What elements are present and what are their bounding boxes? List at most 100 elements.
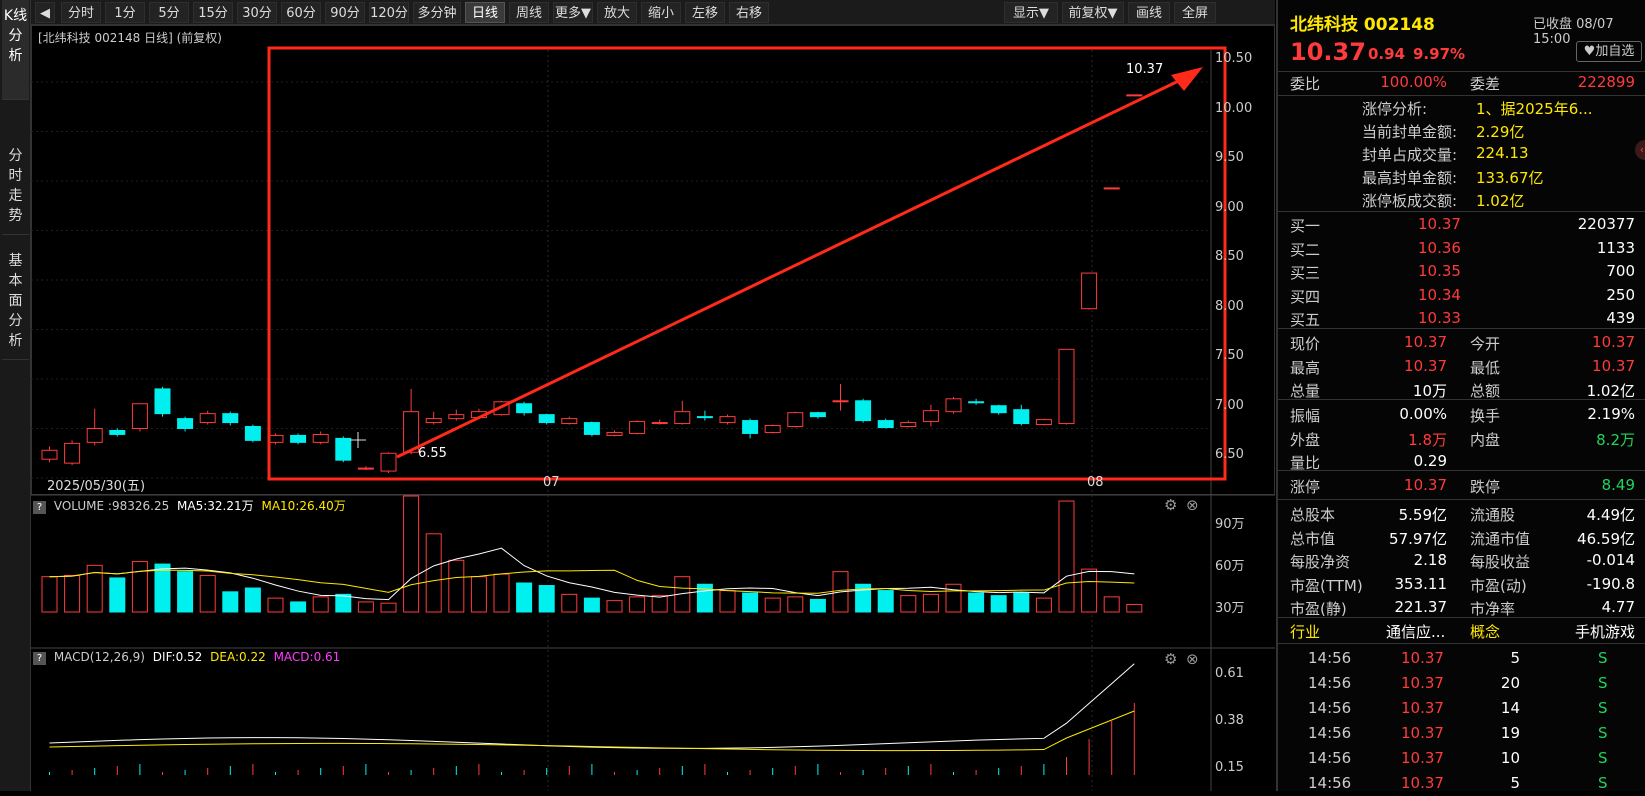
stat-label: 振幅 <box>1290 407 1321 425</box>
back-arrow-icon[interactable]: ◀ <box>35 2 55 23</box>
display-menu-button[interactable]: 显示▼ <box>1004 2 1058 23</box>
tick-volume: 5 <box>1510 774 1520 792</box>
candle-body <box>651 422 668 425</box>
volume-bar <box>403 495 420 613</box>
candle-body <box>131 403 148 429</box>
stat-label: 最低 <box>1470 358 1501 377</box>
stat-label: 流通股 <box>1470 506 1516 524</box>
volume-bar <box>787 596 804 613</box>
stat-label: 换手 <box>1470 407 1501 425</box>
limit-info-value: 133.67亿 <box>1476 169 1544 187</box>
macd-settings-icon[interactable]: ⚙ <box>1164 650 1177 668</box>
limit-info-row: 最高封单金额: 133.67亿 <box>1278 165 1645 189</box>
stat-label: 外盘 <box>1290 430 1321 449</box>
period-button-9[interactable]: 日线 <box>465 2 505 23</box>
draw-line-button[interactable]: 画线 <box>1128 2 1170 23</box>
add-watchlist-button[interactable]: ♥加自选 <box>1576 41 1642 62</box>
stat-value: 2.18 <box>1413 551 1447 569</box>
volume-bar <box>990 595 1007 613</box>
macd-value: MACD:0.61 <box>273 650 341 664</box>
period-button-15[interactable]: 右移 <box>729 2 769 23</box>
tick-side: S <box>1598 724 1608 742</box>
period-button-11[interactable]: 更多▼ <box>553 2 593 23</box>
fundamentals-row: 总市值 57.97亿 流通市值 46.59亿 <box>1278 526 1645 550</box>
period-button-7[interactable]: 120分 <box>369 2 409 23</box>
candle-body <box>199 413 216 424</box>
help-icon[interactable]: ? <box>33 652 46 665</box>
candle-body <box>606 431 623 436</box>
y-tick-label: 8.00 <box>1215 298 1244 314</box>
candle-body <box>154 388 171 415</box>
weibi-row: 委比 100.00% 委差 222899 <box>1290 73 1635 93</box>
macd-header: ? MACD(12,26,9) DIF:0.52 DEA:0.22 MACD:0… <box>33 650 340 665</box>
industry-row[interactable]: 行业 通信应... 概念 手机游戏 <box>1278 619 1645 643</box>
period-button-6[interactable]: 90分 <box>325 2 365 23</box>
volume-ma5: MA5:32.21万 <box>177 499 254 513</box>
volume-ma10: MA10:26.40万 <box>261 499 346 513</box>
tick-time: 14:56 <box>1308 774 1352 792</box>
stat-value: 46.59亿 <box>1577 529 1635 548</box>
y-tick-label: 6.50 <box>1215 447 1244 462</box>
candle-body <box>448 414 465 420</box>
chart-canvas[interactable] <box>31 25 1275 791</box>
candle-body <box>538 414 555 424</box>
volume-settings-icon[interactable]: ⚙ <box>1164 496 1177 514</box>
candle-body <box>719 416 736 424</box>
y-tick-label: 9.50 <box>1215 150 1244 165</box>
adjust-menu-button[interactable]: 前复权▼ <box>1062 2 1124 23</box>
candle-body <box>222 413 239 424</box>
volume-bar <box>855 583 872 613</box>
tab-fundamentals[interactable]: 基本面分析 <box>2 245 29 360</box>
stat-value: -0.014 <box>1586 551 1635 569</box>
volume-bar <box>448 559 465 613</box>
volume-bar <box>1126 603 1143 613</box>
volume-close-icon[interactable]: ⊗ <box>1186 496 1199 514</box>
period-button-12[interactable]: 放大 <box>597 2 637 23</box>
macd-y-tick: 0.38 <box>1215 713 1244 728</box>
y-tick-label: 7.00 <box>1215 397 1244 413</box>
period-button-2[interactable]: 5分 <box>149 2 189 23</box>
bid-row: 买三 10.35 700 <box>1278 260 1645 284</box>
volume-bar <box>1058 500 1075 613</box>
period-button-1[interactable]: 1分 <box>105 2 145 23</box>
limit-info-label: 涨停分析: <box>1362 100 1428 118</box>
fullscreen-button[interactable]: 全屏 <box>1174 2 1216 23</box>
macd-close-icon[interactable]: ⊗ <box>1186 650 1199 668</box>
period-button-4[interactable]: 30分 <box>237 2 277 23</box>
bid-label: 买三 <box>1290 264 1321 282</box>
candle-body <box>335 437 352 461</box>
tick-row: 14:56 10.37 5 S <box>1278 647 1645 671</box>
period-button-5[interactable]: 60分 <box>281 2 321 23</box>
candle-body <box>312 433 329 443</box>
period-button-8[interactable]: 多分钟 <box>413 2 461 23</box>
candle-body <box>877 420 894 429</box>
period-button-10[interactable]: 周线 <box>509 2 549 23</box>
bid-price: 10.37 <box>1418 215 1461 233</box>
volume-bar <box>945 583 962 613</box>
candle-body <box>177 418 194 430</box>
stat-label: 总股本 <box>1290 506 1336 524</box>
volume-bar <box>222 591 239 613</box>
period-button-3[interactable]: 15分 <box>193 2 233 23</box>
tick-time: 14:56 <box>1308 674 1352 692</box>
tab-intraday[interactable]: 分时走势 <box>2 140 29 235</box>
volume-y-tick: 30万 <box>1215 601 1245 616</box>
bid-label: 买五 <box>1290 311 1321 329</box>
bid-volume: 250 <box>1606 285 1635 304</box>
stat-value: 10万 <box>1412 382 1447 400</box>
candle-body <box>742 420 759 434</box>
period-button-14[interactable]: 左移 <box>685 2 725 23</box>
tick-row: 14:56 10.37 19 S <box>1278 722 1645 746</box>
y-tick-label: 8.50 <box>1215 249 1244 264</box>
bid-row: 买四 10.34 250 <box>1278 284 1645 308</box>
candle-body <box>674 411 691 425</box>
volume-bar <box>290 601 307 613</box>
volume-bar <box>1103 596 1120 613</box>
tab-kline-analysis[interactable]: K线分析 <box>2 0 29 100</box>
tick-price: 10.37 <box>1401 699 1444 717</box>
period-button-0[interactable]: 分时 <box>61 2 101 23</box>
period-button-13[interactable]: 缩小 <box>641 2 681 23</box>
stock-name: 北纬科技 002148 <box>1290 15 1435 35</box>
volume-bar <box>312 596 329 613</box>
help-icon[interactable]: ? <box>33 501 46 514</box>
